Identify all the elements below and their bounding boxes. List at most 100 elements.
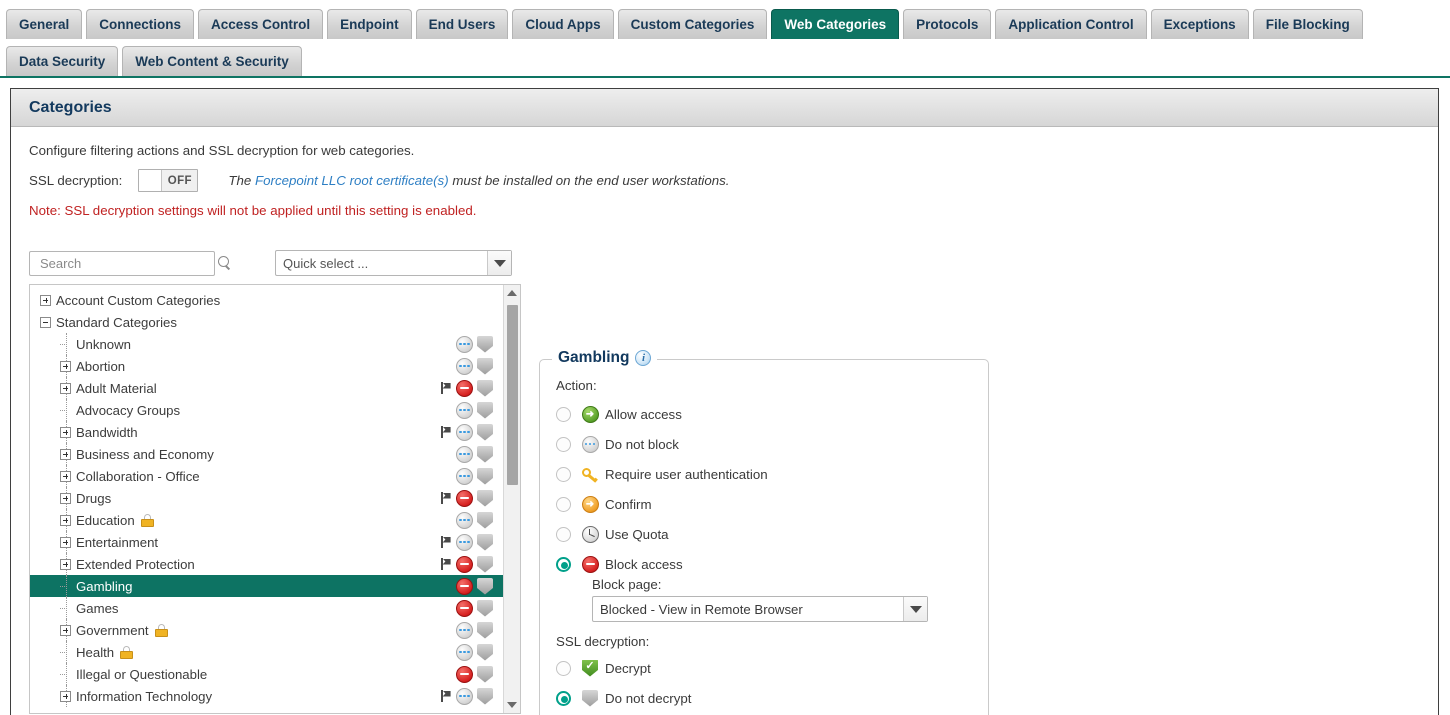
do-not-decrypt-shield-icon[interactable] [477, 445, 493, 463]
do-not-decrypt-shield-icon[interactable] [477, 533, 493, 551]
do-not-block-icon[interactable] [456, 401, 473, 419]
tab-data-security[interactable]: Data Security [6, 46, 119, 76]
tab-connections[interactable]: Connections [86, 9, 195, 39]
tab-web-categories[interactable]: Web Categories [771, 9, 900, 39]
do-not-decrypt-shield-icon[interactable] [477, 423, 493, 441]
block-access-icon[interactable] [456, 665, 473, 683]
quick-select-dropdown[interactable]: Quick select ... [275, 250, 512, 276]
do-not-decrypt-shield-icon[interactable] [477, 621, 493, 639]
quick-select-arrow[interactable] [487, 251, 511, 275]
tab-web-content-security[interactable]: Web Content & Security [122, 46, 302, 76]
action-option-do-not-block[interactable]: Do not block [556, 429, 972, 459]
action-option-block-access[interactable]: Block access [556, 549, 972, 579]
tab-endpoint[interactable]: Endpoint [327, 9, 412, 39]
tree-item-collaboration-office[interactable]: Collaboration - Office [30, 465, 503, 487]
expand-icon[interactable] [60, 426, 71, 438]
do-not-block-icon[interactable] [456, 335, 473, 353]
tree-item-health[interactable]: Health [30, 641, 503, 663]
tree-item-gambling[interactable]: Gambling [30, 575, 503, 597]
tree-item-education[interactable]: Education [30, 509, 503, 531]
block-page-dropdown[interactable]: Blocked - View in Remote Browser [592, 596, 928, 622]
ssl-option-decrypt[interactable]: Decrypt [556, 653, 972, 683]
do-not-decrypt-shield-icon[interactable] [477, 511, 493, 529]
ssl-option-do-not-decrypt[interactable]: Do not decrypt [556, 683, 972, 713]
tree-item-bandwidth[interactable]: Bandwidth [30, 421, 503, 443]
do-not-block-icon[interactable] [456, 533, 473, 551]
block-access-icon[interactable] [456, 599, 473, 617]
collapse-icon[interactable] [40, 316, 51, 328]
tab-exceptions[interactable]: Exceptions [1150, 9, 1249, 39]
expand-icon[interactable] [60, 536, 71, 548]
radio-button[interactable] [556, 556, 571, 572]
expand-icon[interactable] [60, 492, 71, 504]
tab-protocols[interactable]: Protocols [903, 9, 992, 39]
tree-item-information-technology[interactable]: Information Technology [30, 685, 503, 707]
scrollbar-thumb[interactable] [507, 305, 518, 485]
expand-icon[interactable] [60, 558, 71, 570]
do-not-block-icon[interactable] [456, 445, 473, 463]
do-not-decrypt-shield-icon[interactable] [477, 335, 493, 353]
do-not-decrypt-shield-icon[interactable] [477, 665, 493, 683]
tab-cloud-apps[interactable]: Cloud Apps [512, 9, 614, 39]
action-option-confirm[interactable]: ➜ Confirm [556, 489, 972, 519]
do-not-decrypt-shield-icon[interactable] [477, 555, 493, 573]
block-access-icon[interactable] [456, 577, 473, 595]
tree-item-standard-categories[interactable]: Standard Categories [30, 311, 503, 333]
expand-icon[interactable] [60, 470, 71, 482]
tree-item-abortion[interactable]: Abortion [30, 355, 503, 377]
do-not-block-icon[interactable] [456, 511, 473, 529]
tab-end-users[interactable]: End Users [415, 9, 509, 39]
block-access-icon[interactable] [456, 489, 473, 507]
do-not-block-icon[interactable] [456, 687, 473, 705]
do-not-block-icon[interactable] [456, 467, 473, 485]
radio-button[interactable] [556, 436, 571, 452]
radio-button[interactable] [556, 406, 571, 422]
tree-item-illegal-or-questionable[interactable]: Illegal or Questionable [30, 663, 503, 685]
do-not-block-icon[interactable] [456, 643, 473, 661]
do-not-decrypt-shield-icon[interactable] [477, 599, 493, 617]
radio-button[interactable] [556, 660, 571, 676]
do-not-decrypt-shield-icon[interactable] [477, 467, 493, 485]
radio-button[interactable] [556, 690, 571, 706]
block-access-icon[interactable] [456, 379, 473, 397]
tree-item-advocacy-groups[interactable]: Advocacy Groups [30, 399, 503, 421]
scroll-up-button[interactable] [504, 285, 520, 301]
do-not-block-icon[interactable] [456, 423, 473, 441]
radio-button[interactable] [556, 526, 571, 542]
tab-general[interactable]: General [6, 9, 83, 39]
search-box[interactable] [29, 250, 229, 276]
tab-custom-categories[interactable]: Custom Categories [617, 9, 768, 39]
do-not-decrypt-shield-icon[interactable] [477, 489, 493, 507]
tree-item-adult-material[interactable]: Adult Material [30, 377, 503, 399]
do-not-decrypt-shield-icon[interactable] [477, 687, 493, 705]
do-not-decrypt-shield-icon[interactable] [477, 577, 493, 595]
tree-item-unknown[interactable]: Unknown [30, 333, 503, 355]
info-icon[interactable]: i [635, 350, 652, 366]
expand-icon[interactable] [60, 360, 71, 372]
do-not-block-icon[interactable] [456, 357, 473, 375]
do-not-decrypt-shield-icon[interactable] [477, 357, 493, 375]
tree-item-drugs[interactable]: Drugs [30, 487, 503, 509]
tree-item-account-custom-categories[interactable]: Account Custom Categories [30, 289, 503, 311]
expand-icon[interactable] [60, 514, 71, 526]
action-option-use-quota[interactable]: Use Quota [556, 519, 972, 549]
tree-item-games[interactable]: Games [30, 597, 503, 619]
tree-item-entertainment[interactable]: Entertainment [30, 531, 503, 553]
tab-file-blocking[interactable]: File Blocking [1252, 9, 1363, 39]
category-tree[interactable]: Account Custom Categories Standard Catego… [30, 285, 503, 713]
action-option-allow-access[interactable]: ➜ Allow access [556, 399, 972, 429]
do-not-decrypt-shield-icon[interactable] [477, 643, 493, 661]
do-not-decrypt-shield-icon[interactable] [477, 379, 493, 397]
tab-application-control[interactable]: Application Control [995, 9, 1147, 39]
ssl-decryption-toggle[interactable]: OFF [138, 169, 199, 192]
search-input[interactable] [38, 254, 218, 272]
block-access-icon[interactable] [456, 555, 473, 573]
expand-icon[interactable] [60, 624, 71, 636]
do-not-decrypt-shield-icon[interactable] [477, 401, 493, 419]
radio-button[interactable] [556, 466, 571, 482]
action-option-require-user-authentication[interactable]: Require user authentication [556, 459, 972, 489]
radio-button[interactable] [556, 496, 571, 512]
tree-scrollbar[interactable] [503, 285, 520, 713]
root-certificate-link[interactable]: Forcepoint LLC root certificate(s) [255, 173, 449, 188]
tab-access-control[interactable]: Access Control [198, 9, 324, 39]
